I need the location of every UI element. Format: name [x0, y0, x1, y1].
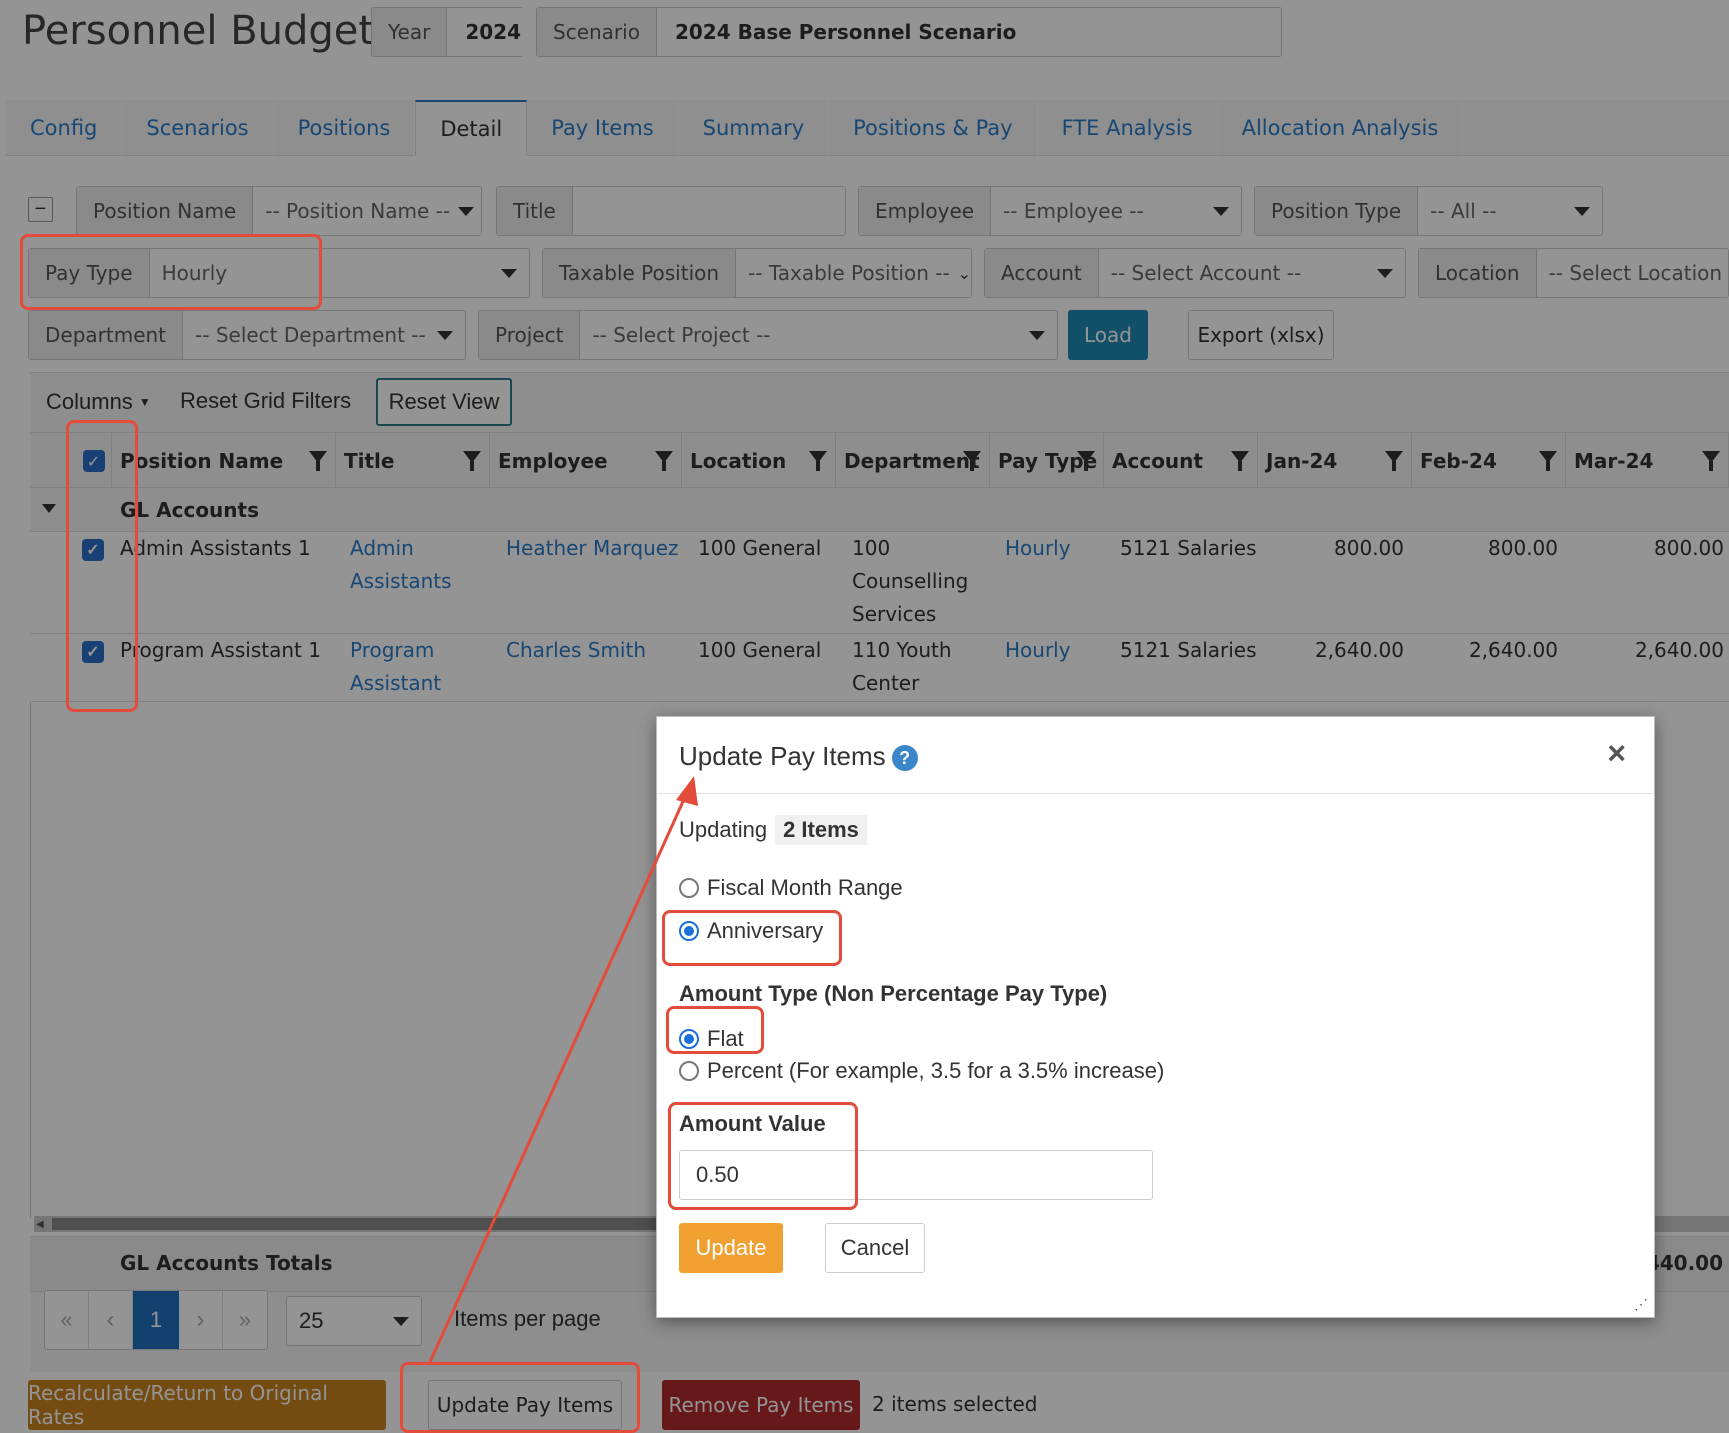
arrow-line — [428, 785, 692, 1363]
arrow-head — [676, 776, 698, 806]
annotation-arrow — [428, 776, 698, 1363]
